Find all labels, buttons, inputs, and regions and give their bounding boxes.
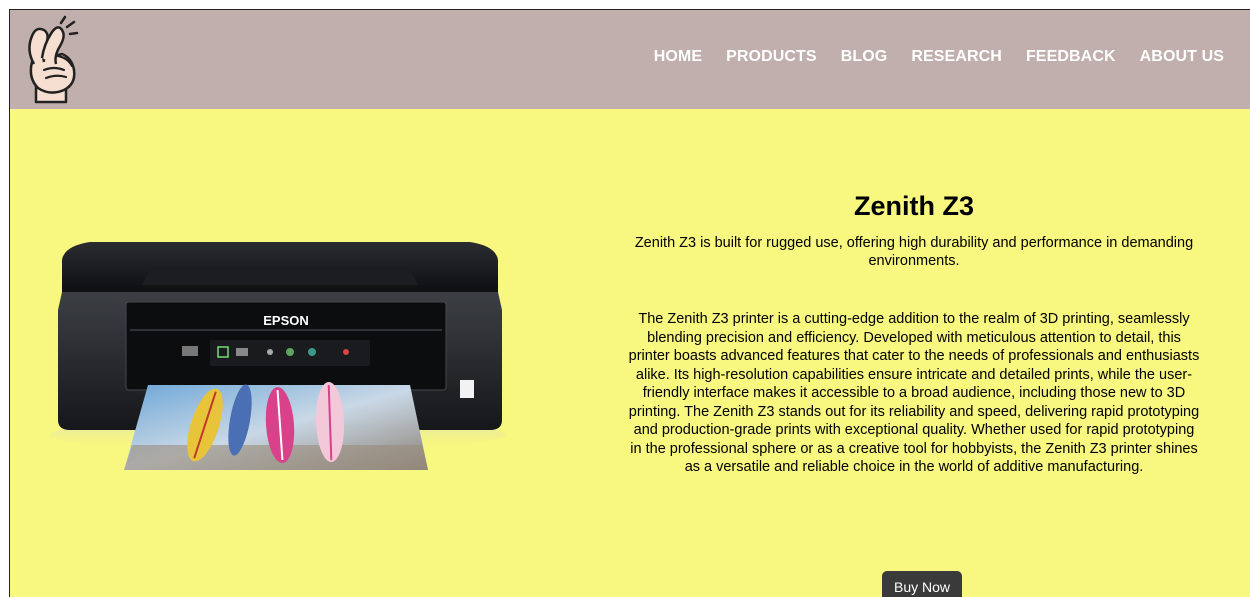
site-header: HOME PRODUCTS BLOG RESEARCH FEEDBACK ABO…: [10, 10, 1250, 109]
printer-brand-text: EPSON: [263, 313, 309, 328]
product-description: The Zenith Z3 printer is a cutting-edge …: [628, 311, 1200, 475]
main-nav: HOME PRODUCTS BLOG RESEARCH FEEDBACK ABO…: [654, 48, 1224, 66]
fingers-crossed-hand-icon[interactable]: [22, 14, 88, 104]
product-details: Zenith Z3 Zenith Z3 is built for rugged …: [628, 190, 1200, 477]
product-image: EPSON: [50, 242, 506, 470]
buy-now-button[interactable]: Buy Now: [882, 571, 962, 597]
page-frame: HOME PRODUCTS BLOG RESEARCH FEEDBACK ABO…: [9, 9, 1250, 597]
nav-research[interactable]: RESEARCH: [911, 48, 1002, 66]
product-title: Zenith Z3: [854, 191, 974, 221]
nav-feedback[interactable]: FEEDBACK: [1026, 48, 1116, 66]
nav-home[interactable]: HOME: [654, 48, 702, 66]
nav-blog[interactable]: BLOG: [841, 48, 888, 66]
nav-about-us[interactable]: ABOUT US: [1140, 48, 1224, 66]
nav-products[interactable]: PRODUCTS: [726, 48, 817, 66]
product-subtitle: Zenith Z3 is built for rugged use, offer…: [634, 235, 1194, 269]
